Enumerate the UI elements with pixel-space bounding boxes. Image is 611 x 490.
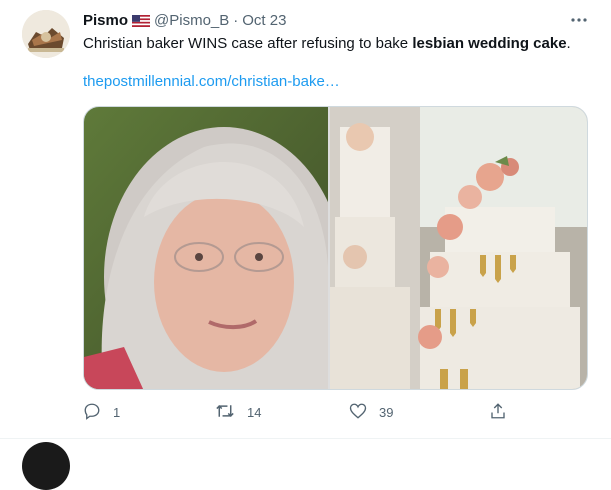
- author-display-name[interactable]: Pismo: [83, 12, 128, 29]
- retweet-count: 14: [247, 404, 262, 420]
- tweet-media[interactable]: [83, 106, 588, 390]
- tweet-date[interactable]: Oct 23: [242, 12, 286, 29]
- reply-icon: [83, 402, 101, 423]
- tweet-actions: 1 14 39: [83, 401, 513, 423]
- us-flag-icon: [132, 13, 151, 33]
- heart-icon: [349, 402, 367, 423]
- retweet-button[interactable]: 14: [215, 401, 261, 423]
- tweet-text-normal: Christian baker WINS case after refusing…: [83, 35, 413, 52]
- tweet-text-end: .: [566, 35, 571, 52]
- tweet-text-bold: lesbian wedding cake: [412, 35, 567, 52]
- author-avatar[interactable]: [22, 10, 70, 58]
- tweet-text: Christian baker WINS case after refusing…: [83, 34, 588, 54]
- retweet-icon: [215, 402, 235, 423]
- wedding-cake-image[interactable]: [330, 107, 587, 389]
- author-handle[interactable]: @Pismo_B: [154, 12, 229, 29]
- share-button[interactable]: [489, 401, 519, 423]
- tweet-link[interactable]: thepostmillennial.com/christian-bake…: [83, 72, 340, 92]
- tweet-header: Pismo @Pismo_B · Oct 23: [83, 11, 286, 33]
- header-separator: ·: [233, 12, 239, 29]
- woman-portrait-image[interactable]: [84, 107, 328, 389]
- reply-count: 1: [113, 404, 121, 420]
- more-options-icon[interactable]: [568, 9, 590, 31]
- like-button[interactable]: 39: [349, 401, 393, 423]
- like-count: 39: [379, 404, 394, 420]
- tweet[interactable]: Pismo @Pismo_B · Oct 23 Christian baker WIN…: [0, 0, 611, 439]
- reply-button[interactable]: 1: [83, 401, 120, 423]
- next-tweet-avatar[interactable]: [22, 442, 70, 490]
- share-icon: [489, 402, 507, 423]
